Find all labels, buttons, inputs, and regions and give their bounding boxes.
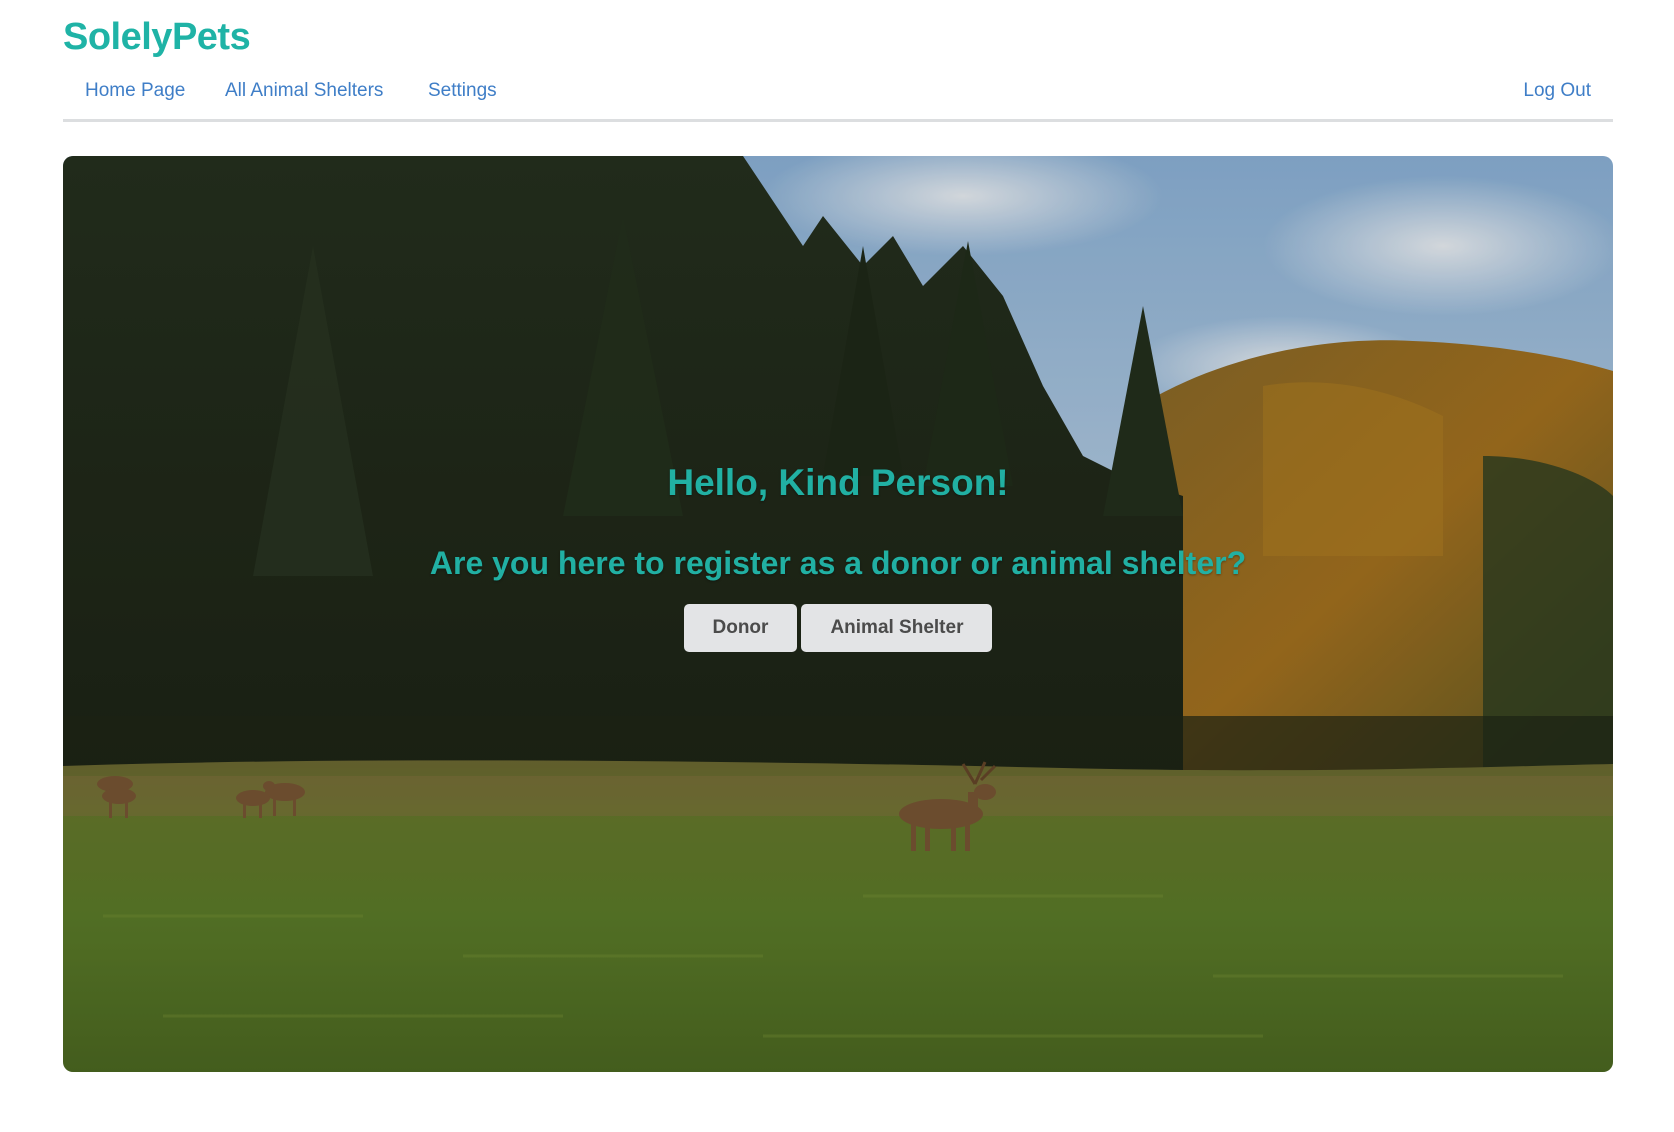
hero-banner: Hello, Kind Person! Are you here to regi… <box>63 156 1613 1072</box>
animal-shelter-button[interactable]: Animal Shelter <box>801 604 993 652</box>
brand-logo[interactable]: SolelyPets <box>63 16 251 59</box>
donor-button[interactable]: Donor <box>683 604 798 652</box>
hero-greeting: Hello, Kind Person! <box>667 462 1009 503</box>
hero-question: Are you here to register as a donor or a… <box>429 545 1247 581</box>
nav-home-page[interactable]: Home Page <box>85 80 185 102</box>
page: SolelyPets Home Page All Animal Shelters… <box>0 0 1674 1132</box>
top-nav: Home Page All Animal Shelters Settings L… <box>63 72 1613 122</box>
nav-log-out[interactable]: Log Out <box>1523 80 1591 102</box>
nav-all-animal-shelters[interactable]: All Animal Shelters <box>225 80 383 102</box>
register-choice-buttons: Donor Animal Shelter <box>63 604 1613 652</box>
nav-settings[interactable]: Settings <box>428 80 497 102</box>
